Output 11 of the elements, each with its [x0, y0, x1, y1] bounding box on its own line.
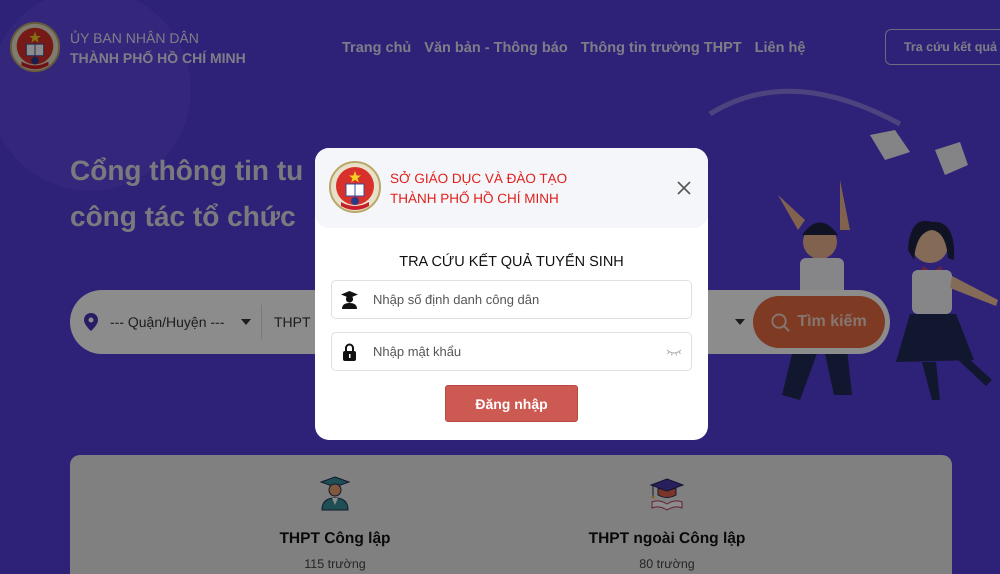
agency-name: SỞ GIÁO DỤC VÀ ĐÀO TẠO — [390, 170, 568, 186]
hero-title: Cổng thông tin tu — [70, 154, 304, 188]
org-name: ỦY BAN NHÂN DÂN — [70, 30, 200, 46]
school-count: 80 trường — [639, 557, 695, 571]
dialog-title: TRA CỨU KẾT QUẢ TUYỂN SINH — [398, 254, 625, 270]
hero-title: công tác tổ chức — [70, 200, 296, 234]
school-count: 115 trường — [304, 557, 366, 571]
category-title: THPT Công lập — [279, 530, 391, 548]
city-name: THÀNH PHỐ HỒ CHÍ MINH — [70, 50, 247, 66]
agency-name: THÀNH PHỐ HỒ CHÍ MINH — [390, 190, 560, 206]
category-title: THPT ngoài Công lập — [588, 530, 746, 548]
